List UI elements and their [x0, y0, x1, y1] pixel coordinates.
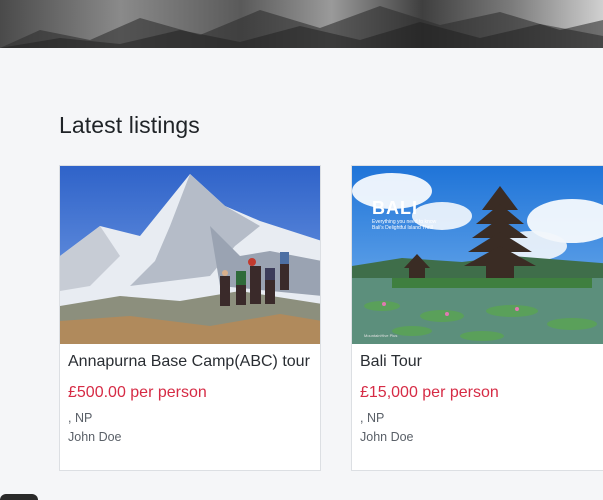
corner-widget[interactable]	[0, 494, 38, 500]
listing-author: John Doe	[68, 430, 122, 444]
bali-image-line2: Bali's Delightful Island Thrill	[372, 225, 433, 231]
listing-title[interactable]: Bali Tour	[360, 353, 422, 371]
listing-location: , NP	[360, 411, 385, 425]
hero-banner-image	[0, 0, 603, 48]
listing-card[interactable]: Annapurna Base Camp(ABC) tour £500.00 pe…	[59, 165, 321, 471]
listing-location: , NP	[68, 411, 93, 425]
listing-image[interactable]	[60, 166, 320, 344]
listing-price: £15,000 per person	[360, 384, 499, 401]
image-watermark: MountainHive Plus	[364, 333, 398, 338]
bali-image-heading: BALI	[372, 198, 418, 218]
listing-card[interactable]: BALI Everything you need to know Bali's …	[351, 165, 603, 471]
section-title: Latest listings	[59, 112, 200, 138]
listing-author: John Doe	[360, 430, 414, 444]
listing-title[interactable]: Annapurna Base Camp(ABC) tour	[68, 353, 310, 371]
bali-image-overlay: BALI Everything you need to know Bali's …	[372, 198, 436, 231]
listing-price: £500.00 per person	[68, 384, 207, 401]
listing-image[interactable]: BALI Everything you need to know Bali's …	[352, 166, 603, 344]
